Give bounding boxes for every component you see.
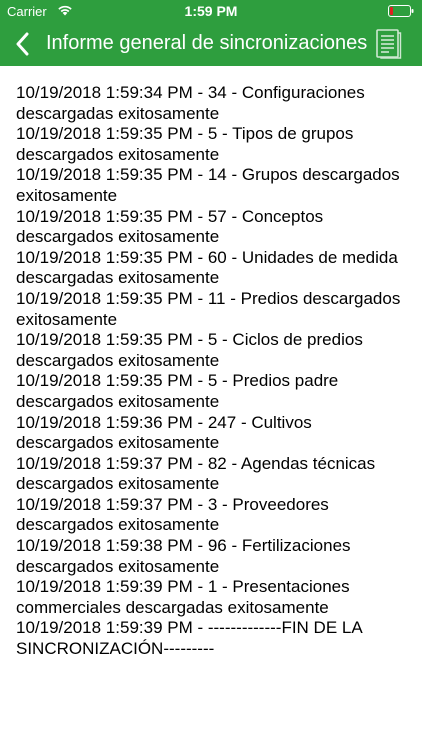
log-entry: 10/19/2018 1:59:35 PM - 60 - Unidades de… bbox=[16, 247, 398, 288]
log-entry: 10/19/2018 1:59:35 PM - 5 - Ciclos de pr… bbox=[16, 330, 363, 370]
log-entry: 10/19/2018 1:59:38 PM - 96 - Fertilizaci… bbox=[16, 536, 351, 576]
chevron-left-icon bbox=[16, 32, 29, 56]
log-entry: 10/19/2018 1:59:36 PM - 247 - Cultivos d… bbox=[16, 412, 312, 453]
log-entry: 10/19/2018 1:59:34 PM - 34 - Configuraci… bbox=[16, 83, 365, 123]
navigation-bar: Informe general de sincronizaciones bbox=[0, 22, 422, 66]
report-document-icon bbox=[376, 29, 402, 59]
log-entry: 10/19/2018 1:59:35 PM - 5 - Tipos de gru… bbox=[16, 124, 354, 164]
log-entry: 10/19/2018 1:59:39 PM - 1 - Presentacion… bbox=[16, 577, 350, 617]
log-entry: 10/19/2018 1:59:35 PM - 14 - Grupos desc… bbox=[16, 165, 400, 205]
log-entry: 10/19/2018 1:59:37 PM - 82 - Agendas téc… bbox=[16, 453, 376, 494]
status-time: 1:59 PM bbox=[184, 3, 238, 19]
sync-log: 10/19/2018 1:59:34 PM - 34 - Configuraci… bbox=[16, 83, 408, 660]
report-button[interactable] bbox=[376, 29, 402, 59]
sync-report-screen: Carrier 1:59 PM Informe general de sincr… bbox=[0, 0, 422, 750]
log-entry: 10/19/2018 1:59:35 PM - 5 - Predios padr… bbox=[16, 371, 339, 411]
page-title: Informe general de sincronizaciones bbox=[46, 32, 368, 54]
log-entry-end: 10/19/2018 1:59:39 PM - -------------FIN… bbox=[16, 618, 362, 659]
log-entry: 10/19/2018 1:59:35 PM - 57 - Conceptos d… bbox=[16, 206, 324, 247]
status-bar: Carrier 1:59 PM bbox=[0, 0, 422, 22]
back-button[interactable] bbox=[8, 28, 36, 60]
log-entry: 10/19/2018 1:59:37 PM - 3 - Proveedores … bbox=[16, 494, 329, 535]
battery-icon bbox=[388, 5, 414, 17]
log-entry: 10/19/2018 1:59:35 PM - 11 - Predios des… bbox=[16, 288, 401, 329]
